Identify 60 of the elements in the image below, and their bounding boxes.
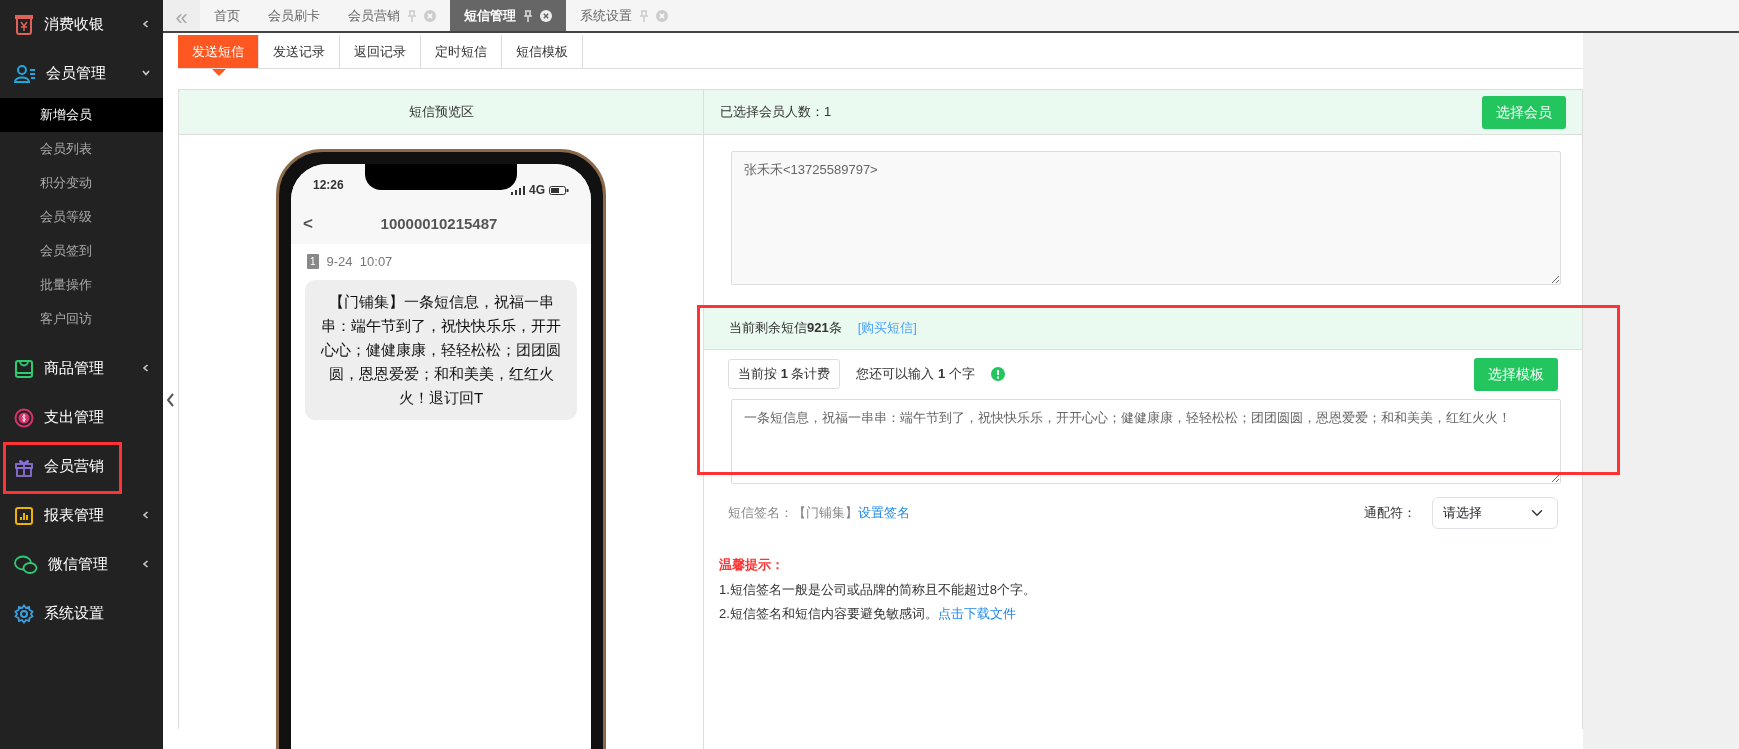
sidebar-label[interactable]: 会员营销 — [44, 455, 104, 478]
menu-icon — [14, 407, 34, 428]
tips-title: 温馨提示： — [719, 556, 785, 574]
tip-text: 1.短信签名一般是公司或品牌的简称且不能超过8个字。 — [719, 580, 1037, 599]
set-signature-link[interactable]: 设置签名 — [858, 503, 910, 523]
sidebar-row[interactable]: 报表管理 — [0, 491, 163, 540]
recipients-field[interactable]: 张禾禾<13725589797> — [731, 151, 1561, 285]
submenu-item[interactable]: 会员等级 — [0, 200, 163, 234]
menu-icon — [14, 358, 34, 379]
submenu-item[interactable]: 会员签到 — [0, 234, 163, 268]
submenu-item[interactable]: 新增会员 — [0, 98, 163, 132]
submenu-item[interactable]: 会员列表 — [0, 132, 163, 166]
network-label: 4G — [529, 182, 545, 199]
status-time: 12:26 — [313, 177, 344, 194]
message-bubble: 【门铺集】一条短信息，祝福一串串：端午节到了，祝快快乐乐，开开心心；健健康康，轻轻松松；团团圆圆，恩恩爱爱；和和美美，红红火火！退订回T — [305, 279, 577, 420]
menu-icon — [14, 554, 38, 575]
signature-label: 短信签名：【门铺集】 — [728, 504, 858, 523]
info-icon — [990, 367, 1005, 381]
submenu-item[interactable]: 积分变动 — [0, 166, 163, 200]
page-tab[interactable]: 首页 — [200, 0, 254, 31]
page-tab[interactable]: 会员刷卡 — [254, 0, 334, 31]
preview-title: 短信预览区 — [408, 103, 474, 122]
signal-icon — [511, 185, 525, 195]
sidebar-label[interactable]: 报表管理 — [44, 504, 104, 527]
download-file-link[interactable]: 点击下载文件 — [937, 602, 1016, 628]
menu-icon — [14, 13, 34, 36]
billing-info: 当前按 1 条计费 — [728, 359, 841, 389]
sidebar-label[interactable]: 商品管理 — [44, 357, 104, 380]
tab-pointer-icon — [211, 69, 226, 76]
selected-count: 已选择会员人数：1 — [720, 103, 832, 122]
sidebar-row[interactable]: 支出管理 — [0, 393, 163, 442]
sidebar-label[interactable]: 支出管理 — [44, 406, 104, 429]
pin-icon[interactable] — [524, 9, 532, 22]
sender-number: 10000010215487 — [379, 213, 499, 234]
sidebar-row[interactable]: 消费收银 — [0, 0, 163, 49]
sms-balance: 当前剩余短信921条 — [729, 319, 842, 338]
tip-text: 2.短信签名和短信内容要避免敏感词。 — [719, 605, 938, 624]
menu-icon — [14, 63, 36, 84]
battery-icon — [549, 185, 569, 195]
wildcard-label: 通配符： — [1364, 504, 1416, 523]
sim-icon: 1 — [307, 254, 319, 270]
submenu-item[interactable]: 批量操作 — [0, 268, 163, 302]
sidebar-row[interactable]: 微信管理 — [0, 540, 163, 589]
page-tab[interactable]: 短信管理 — [450, 0, 566, 31]
sidebar-label[interactable]: 消费收银 — [44, 13, 104, 36]
back-button[interactable]: < — [303, 211, 313, 237]
wildcard-select[interactable]: 请选择 — [1432, 497, 1558, 529]
sidebar-row[interactable]: 会员管理 — [0, 49, 163, 98]
sidebar-label[interactable]: 系统设置 — [44, 602, 104, 625]
submenu-item[interactable]: 客户回访 — [0, 302, 163, 336]
menu-icon — [14, 603, 34, 624]
message-field[interactable]: 一条短信息，祝福一串串：端午节到了，祝快快乐乐，开开心心；健健康康，轻轻松松；团团圆圆，恩恩爱爱；和和美美，红红火火！ — [731, 398, 1561, 484]
sidebar-label[interactable]: 会员管理 — [46, 62, 106, 85]
sidebar-row[interactable]: 商品管理 — [0, 344, 163, 393]
menu-icon — [14, 505, 34, 526]
close-icon[interactable] — [540, 9, 552, 22]
sidebar-label[interactable]: 微信管理 — [48, 553, 108, 576]
sidebar-row[interactable]: 系统设置 — [0, 589, 163, 638]
message-date: 9-24 10:07 — [326, 253, 393, 271]
remaining-count: 您还可以输入 1 个字 — [856, 365, 975, 384]
